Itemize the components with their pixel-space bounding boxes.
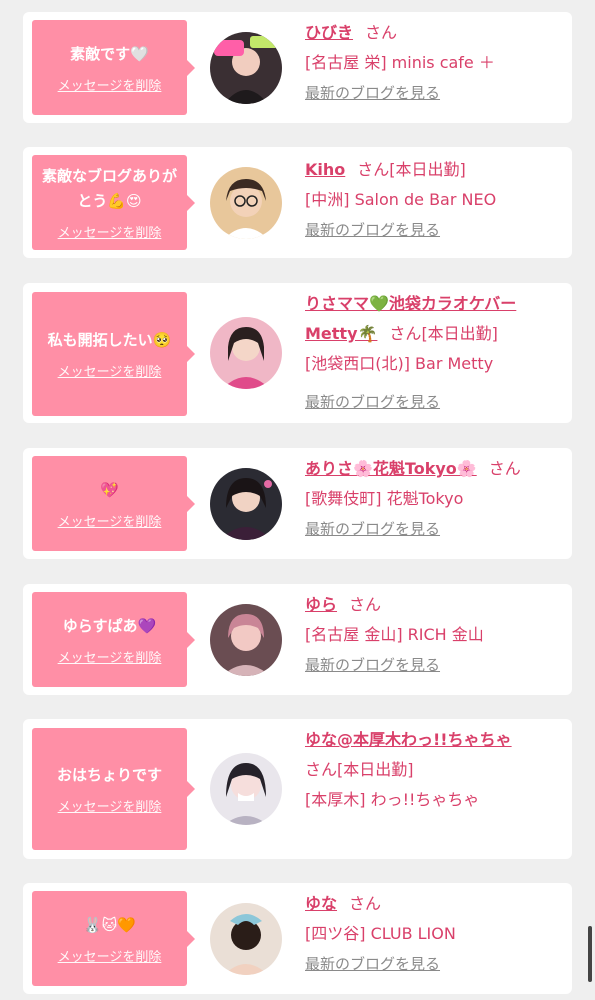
sender-info: ゆな@本厚木わっ!!ちゃちゃ さん[本日出勤] [本厚木] わっ!!ちゃちゃ [305, 725, 564, 815]
message-bubble: 私も開拓したい🥺 メッセージを削除 [32, 292, 195, 416]
shop-text: [名古屋 栄] minis cafe ＋ [305, 53, 495, 72]
message-text: 素敵なブログありがとう💪😍 [41, 167, 177, 210]
message-bubble: 素敵なブログありがとう💪😍 メッセージを削除 [32, 155, 195, 250]
sender-info: ありさ🌸花魁Tokyo🌸 さん [歌舞伎町] 花魁Tokyo 最新のブログを見る [305, 454, 564, 544]
scrollbar[interactable] [588, 926, 592, 982]
delete-message-link[interactable]: メッセージを削除 [58, 647, 162, 666]
message-card: 素敵なブログありがとう💪😍 メッセージを削除 Kiho さん[本日出勤] [中洲]… [23, 147, 572, 258]
status-text: [本日出勤] [337, 760, 414, 779]
avatar[interactable] [210, 903, 282, 975]
status-text: [本日出勤] [421, 324, 498, 343]
message-text: 💖 [100, 480, 119, 499]
message-card: 🐰🐱🧡 メッセージを削除 ゆな さん [四ツ谷] CLUB LION 最新のブログ… [23, 883, 572, 994]
delete-message-link[interactable]: メッセージを削除 [58, 946, 162, 965]
delete-message-link[interactable]: メッセージを削除 [58, 222, 162, 241]
sender-name-link[interactable]: ゆな@本厚木わっ!!ちゃちゃ [305, 730, 512, 749]
sender-name-link[interactable]: Kiho [305, 160, 345, 179]
avatar[interactable] [210, 604, 282, 676]
sender-info: Kiho さん[本日出勤] [中洲] Salon de Bar NEO 最新のブロ… [305, 155, 564, 245]
message-card: おはちょりです メッセージを削除 ゆな@本厚木わっ!!ちゃちゃ さん[本日出勤]… [23, 719, 572, 859]
message-card: 💖 メッセージを削除 ありさ🌸花魁Tokyo🌸 さん [歌舞伎町] 花魁Tokyo… [23, 448, 572, 559]
avatar[interactable] [210, 317, 282, 389]
san-suffix: さん [349, 894, 382, 913]
message-card: 素敵です🤍 メッセージを削除 ひびき さん [名古屋 栄] minis cafe … [23, 12, 572, 123]
shop-text: [名古屋 金山] RICH 金山 [305, 625, 484, 644]
status-text: [本日出勤] [389, 160, 466, 179]
san-suffix: さん [349, 595, 382, 614]
message-bubble: おはちょりです メッセージを削除 [32, 728, 195, 850]
latest-blog-link[interactable]: 最新のブログを見る [305, 514, 564, 544]
message-card: ゆらすぱあ💜 メッセージを削除 ゆら さん [名古屋 金山] RICH 金山 最新… [23, 584, 572, 695]
delete-message-link[interactable]: メッセージを削除 [58, 511, 162, 530]
delete-message-link[interactable]: メッセージを削除 [58, 75, 162, 94]
shop-text: [本厚木] わっ!!ちゃちゃ [305, 790, 480, 809]
message-bubble: 🐰🐱🧡 メッセージを削除 [32, 891, 195, 986]
sender-name-link[interactable]: ひびき [305, 23, 353, 42]
shop-text: [中洲] Salon de Bar NEO [305, 190, 497, 209]
message-text: 🐰🐱🧡 [83, 915, 136, 934]
latest-blog-link[interactable]: 最新のブログを見る [305, 650, 564, 680]
message-text: おはちょりです [56, 766, 162, 784]
san-suffix: さん [488, 459, 521, 478]
shop-text: [歌舞伎町] 花魁Tokyo [305, 489, 464, 508]
avatar[interactable] [210, 32, 282, 104]
sender-name-link[interactable]: ゆら [305, 595, 337, 614]
san-suffix: さん [389, 324, 422, 343]
shop-text: [四ツ谷] CLUB LION [305, 924, 456, 943]
avatar[interactable] [210, 167, 282, 239]
message-bubble: 💖 メッセージを削除 [32, 456, 195, 551]
latest-blog-link[interactable]: 最新のブログを見る [305, 215, 564, 245]
avatar[interactable] [210, 468, 282, 540]
shop-text: [池袋西口(北)] Bar Metty [305, 354, 494, 373]
san-suffix: さん [305, 760, 338, 779]
sender-info: りさママ💚池袋カラオケバーMetty🌴 さん[本日出勤] [池袋西口(北)] Ba… [305, 289, 564, 417]
message-bubble: ゆらすぱあ💜 メッセージを削除 [32, 592, 195, 687]
message-text: ゆらすぱあ💜 [62, 616, 157, 635]
message-card: 私も開拓したい🥺 メッセージを削除 りさママ💚池袋カラオケバーMetty🌴 さん[… [23, 283, 572, 423]
avatar[interactable] [210, 753, 282, 825]
sender-info: ひびき さん [名古屋 栄] minis cafe ＋ 最新のブログを見る [305, 18, 564, 108]
san-suffix: さん [365, 23, 398, 42]
message-text: 素敵です🤍 [70, 44, 149, 63]
sender-name-link[interactable]: ゆな [305, 894, 337, 913]
latest-blog-link[interactable]: 最新のブログを見る [305, 78, 564, 108]
latest-blog-link[interactable]: 最新のブログを見る [305, 949, 564, 979]
sender-info: ゆら さん [名古屋 金山] RICH 金山 最新のブログを見る [305, 590, 564, 680]
message-text: 私も開拓したい🥺 [47, 331, 172, 349]
message-bubble: 素敵です🤍 メッセージを削除 [32, 20, 195, 115]
sender-info: ゆな さん [四ツ谷] CLUB LION 最新のブログを見る [305, 889, 564, 979]
latest-blog-link[interactable]: 最新のブログを見る [305, 387, 564, 417]
delete-message-link[interactable]: メッセージを削除 [58, 361, 162, 380]
san-suffix: さん [357, 160, 390, 179]
delete-message-link[interactable]: メッセージを削除 [58, 796, 162, 815]
sender-name-link[interactable]: ありさ🌸花魁Tokyo🌸 [305, 459, 477, 478]
